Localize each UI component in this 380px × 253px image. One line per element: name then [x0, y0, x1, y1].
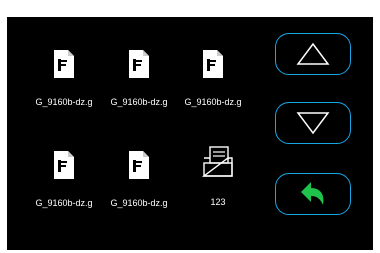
file-item[interactable]: G_9160b-dz.g — [102, 140, 176, 212]
folder-name: 123 — [210, 197, 226, 207]
file-name: G_9160b-dz.g — [110, 97, 168, 107]
return-arrow-icon — [301, 182, 324, 205]
file-item[interactable]: G_9160b-dz.g — [27, 39, 101, 111]
document-icon — [203, 50, 223, 78]
file-name: G_9160b-dz.g — [184, 97, 242, 107]
document-icon — [129, 151, 149, 179]
file-name: G_9160b-dz.g — [35, 198, 93, 208]
back-button[interactable] — [275, 173, 351, 215]
file-name: G_9160b-dz.g — [35, 97, 93, 107]
triangle-up-icon — [296, 42, 330, 65]
file-item[interactable]: G_9160b-dz.g — [176, 39, 250, 111]
file-name: G_9160b-dz.g — [110, 198, 168, 208]
scroll-up-button[interactable] — [275, 33, 351, 75]
file-browser-screen: G_9160b-dz.g G_9160b-dz.g G_9160b-dz.g G… — [7, 17, 373, 250]
document-icon — [54, 151, 74, 179]
folder-icon — [202, 146, 233, 177]
triangle-down-icon — [296, 112, 330, 135]
scroll-down-button[interactable] — [275, 102, 351, 144]
document-icon — [54, 50, 74, 78]
folder-item[interactable]: 123 — [181, 137, 255, 209]
document-icon — [129, 50, 149, 78]
file-item[interactable]: G_9160b-dz.g — [27, 140, 101, 212]
file-item[interactable]: G_9160b-dz.g — [102, 39, 176, 111]
